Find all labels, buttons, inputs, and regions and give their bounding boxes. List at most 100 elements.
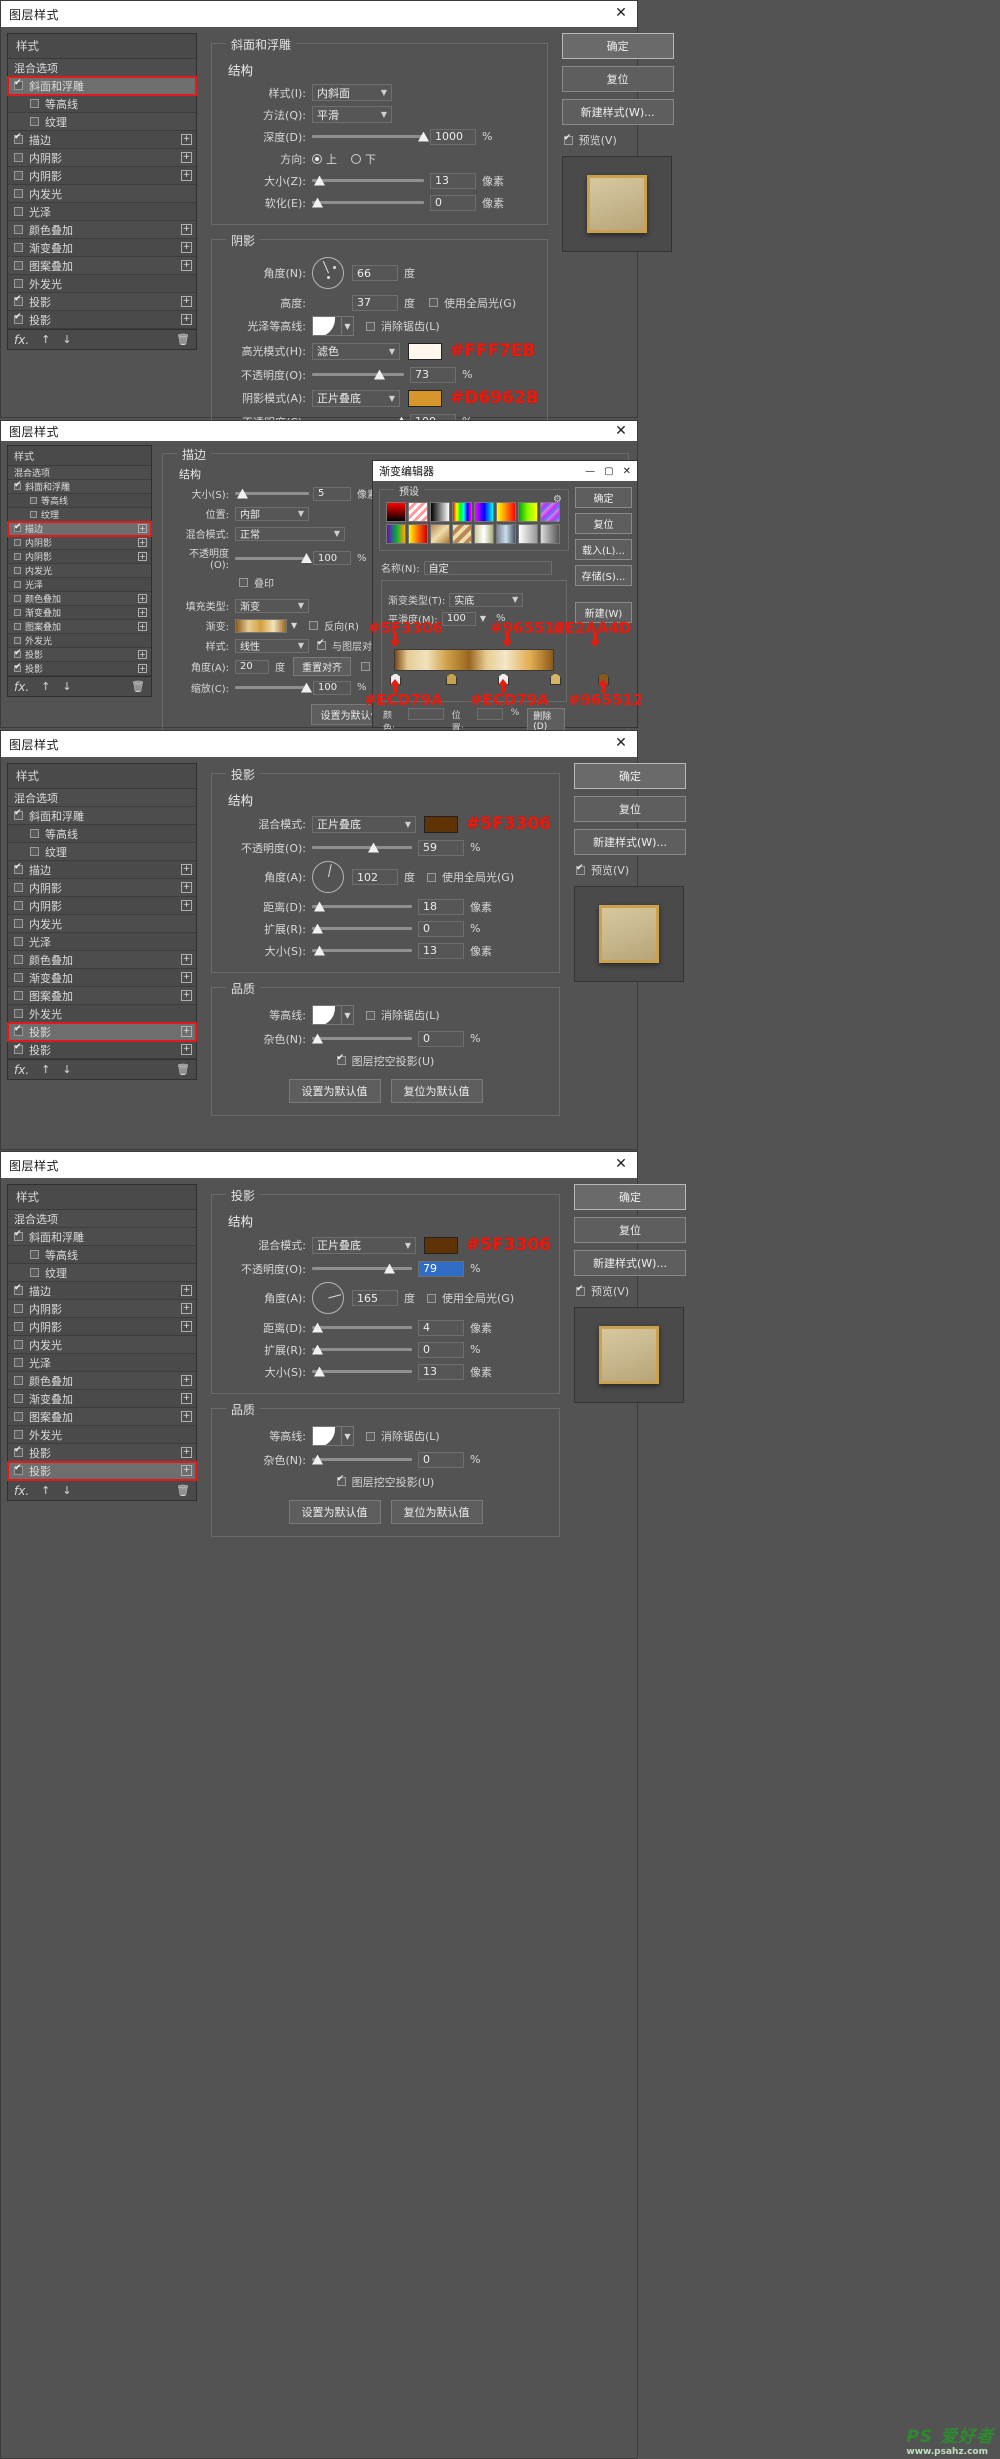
ge-load-button[interactable]: 载入(L)...	[575, 539, 632, 560]
add-effect-icon[interactable]: +	[138, 650, 147, 659]
effect-checkbox[interactable]	[14, 623, 21, 630]
close-icon[interactable]: ✕	[613, 1156, 629, 1172]
size-value[interactable]: 13	[418, 942, 464, 959]
add-effect-icon[interactable]: +	[181, 314, 192, 325]
sidebar-item-3[interactable]: 描边 +	[7, 521, 152, 537]
close-icon[interactable]: ✕	[613, 735, 629, 751]
ge-ok-button[interactable]: 确定	[575, 487, 632, 508]
direction-down-radio[interactable]	[351, 153, 361, 164]
move-down-icon[interactable]: ↓	[62, 680, 71, 693]
move-down-icon[interactable]: ↓	[62, 1063, 71, 1076]
add-effect-icon[interactable]: +	[138, 622, 147, 631]
effect-checkbox[interactable]	[14, 1376, 23, 1385]
delete-icon[interactable]: 🗑	[176, 1484, 190, 1497]
styles-list[interactable]: 样式混合选项斜面和浮雕等高线纹理描边+内阴影+内阴影+内发光光泽颜色叠加+渐变叠…	[7, 1184, 197, 1481]
sidebar-item-11[interactable]: 外发光	[8, 1426, 196, 1444]
add-effect-icon[interactable]: +	[181, 1447, 192, 1458]
sidebar-item-5[interactable]: 内阴影 +	[8, 550, 151, 564]
soften-value[interactable]: 0	[430, 194, 476, 211]
gradient-strip[interactable]	[394, 649, 554, 671]
sidebar-item-0[interactable]: 斜面和浮雕	[8, 480, 151, 494]
sidebar-item-3[interactable]: 描边 +	[8, 861, 196, 879]
sidebar-item-3[interactable]: 描边 +	[8, 131, 196, 149]
fx-icon[interactable]: fx.	[14, 333, 29, 347]
stroke-size-slider[interactable]	[235, 487, 309, 501]
preview-checkbox[interactable]	[563, 133, 573, 145]
reset-button[interactable]: 复位	[561, 66, 674, 92]
effect-checkbox[interactable]	[14, 595, 21, 602]
soften-slider[interactable]	[312, 196, 424, 210]
effect-checkbox[interactable]	[14, 1412, 23, 1421]
add-effect-icon[interactable]: +	[181, 260, 192, 271]
noise-slider[interactable]	[312, 1453, 412, 1467]
stop-position-input[interactable]	[476, 708, 503, 720]
sidebar-item-8[interactable]: 颜色叠加 +	[8, 1372, 196, 1390]
preset-swatch[interactable]	[452, 524, 472, 544]
sidebar-item-12[interactable]: 投影 +	[7, 1022, 197, 1042]
effect-checkbox[interactable]	[30, 99, 39, 108]
styles-list[interactable]: 样式混合选项斜面和浮雕等高线纹理描边+内阴影+内阴影+内发光光泽颜色叠加+渐变叠…	[7, 763, 197, 1060]
size-value[interactable]: 13	[430, 172, 476, 189]
sidebar-item-9[interactable]: 渐变叠加 +	[8, 239, 196, 257]
sidebar-item-7[interactable]: 光泽	[8, 578, 151, 592]
gradient-strip-container[interactable]: #5F3306 #965512 #E2AA4D #ECD79A #ECD79A	[364, 619, 643, 709]
preview-toggle[interactable]: 预览(V)	[576, 862, 686, 878]
close-icon[interactable]: ✕	[623, 466, 631, 477]
effect-checkbox[interactable]	[14, 955, 23, 964]
angle-value[interactable]: 66	[352, 265, 398, 281]
gradient-color-stop-3[interactable]	[550, 673, 561, 685]
add-effect-icon[interactable]: +	[181, 1321, 192, 1332]
effect-checkbox[interactable]	[14, 1340, 23, 1349]
effect-checkbox[interactable]	[14, 973, 23, 982]
effect-checkbox[interactable]	[14, 648, 22, 658]
sidebar-item-12[interactable]: 投影 +	[8, 1444, 196, 1462]
move-up-icon[interactable]: ↑	[41, 333, 50, 346]
opacity1-value[interactable]: 73	[410, 366, 456, 383]
delete-icon[interactable]: 🗑	[131, 680, 145, 693]
name-input[interactable]: 自定	[423, 560, 552, 575]
effect-checkbox[interactable]	[30, 511, 37, 518]
effect-checkbox[interactable]	[14, 901, 23, 910]
sidebar-item-13[interactable]: 投影 +	[8, 662, 151, 676]
sidebar-item-9[interactable]: 渐变叠加 +	[8, 606, 151, 620]
reset-align-button[interactable]: 重置对齐	[293, 657, 351, 676]
altitude-value[interactable]: 37	[352, 294, 398, 311]
reset-default-button[interactable]: 复位为默认值	[390, 1079, 483, 1103]
technique-select[interactable]: 平滑 ▼	[312, 106, 392, 123]
dither-checkbox[interactable]	[361, 662, 370, 671]
anti-alias-checkbox[interactable]	[366, 1431, 375, 1441]
blend-mode-select[interactable]: 正片叠底 ▼	[312, 1236, 416, 1254]
use-global-light-checkbox[interactable]	[427, 872, 436, 882]
anti-alias-checkbox[interactable]	[366, 321, 375, 331]
effect-checkbox[interactable]	[14, 207, 23, 216]
gear-icon[interactable]: ⚙	[553, 494, 562, 505]
angle-value[interactable]: 102	[352, 869, 398, 885]
add-effect-icon[interactable]: +	[181, 1303, 192, 1314]
fx-icon[interactable]: fx.	[14, 680, 29, 694]
effect-checkbox[interactable]	[14, 1024, 23, 1036]
effect-checkbox[interactable]	[14, 539, 21, 546]
contour-picker[interactable]: ▼	[312, 1005, 354, 1025]
effect-checkbox[interactable]	[14, 1042, 23, 1054]
effect-checkbox[interactable]	[14, 522, 22, 532]
add-effect-icon[interactable]: +	[181, 152, 192, 163]
sidebar-item-0[interactable]: 斜面和浮雕	[8, 1228, 196, 1246]
sidebar-item-5[interactable]: 内阴影 +	[8, 167, 196, 185]
effect-checkbox[interactable]	[14, 189, 23, 198]
add-effect-icon[interactable]: +	[181, 1375, 192, 1386]
fx-icon[interactable]: fx.	[14, 1484, 29, 1498]
effect-checkbox[interactable]	[14, 153, 23, 162]
distance-value[interactable]: 18	[418, 898, 464, 915]
add-effect-icon[interactable]: +	[138, 552, 147, 561]
effect-checkbox[interactable]	[14, 243, 23, 252]
reset-default-button[interactable]: 复位为默认值	[390, 1500, 483, 1524]
close-icon[interactable]: ✕	[613, 5, 629, 21]
angle-dial[interactable]	[312, 861, 344, 893]
stop-color-swatch[interactable]	[407, 708, 444, 720]
distance-slider[interactable]	[312, 1321, 412, 1335]
effect-checkbox[interactable]	[14, 1358, 23, 1367]
sidebar-item-7[interactable]: 光泽	[8, 1354, 196, 1372]
preset-swatch[interactable]	[540, 524, 560, 544]
angle-value[interactable]: 165	[352, 1290, 398, 1306]
anti-alias-checkbox[interactable]	[366, 1010, 375, 1020]
